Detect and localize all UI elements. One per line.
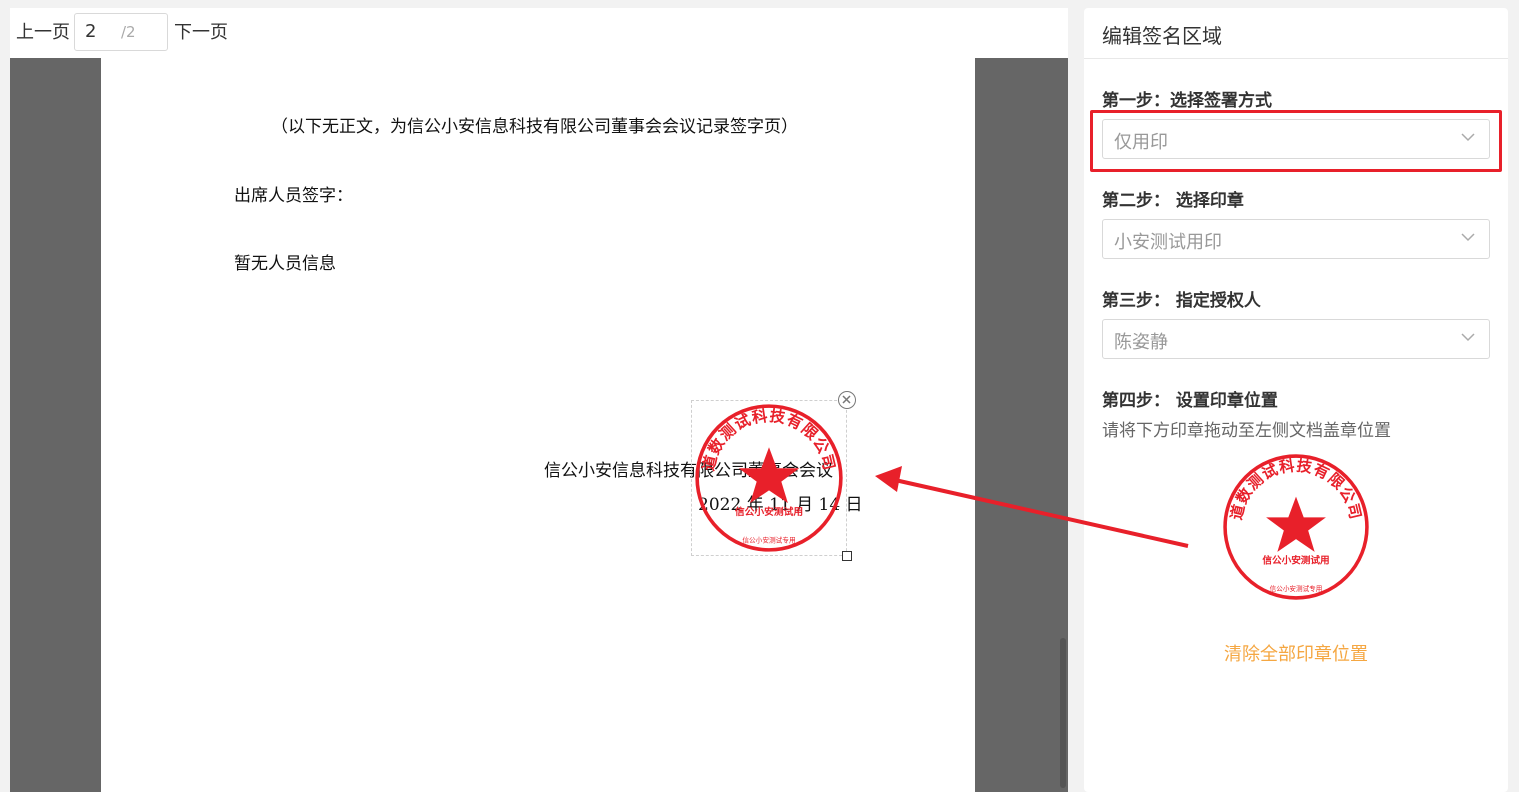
seal-select[interactable]: 小安测试用印: [1102, 219, 1490, 259]
next-page-button[interactable]: 下一页: [174, 21, 228, 45]
placed-seal-center-text: 信公小安测试用: [735, 505, 803, 518]
placed-seal[interactable]: 道数测试科技有限公司 信公小安测试用 信公小安测试专用: [691, 391, 856, 561]
seal-value: 小安测试用印: [1114, 232, 1222, 253]
step4-label: 第四步： 设置印章位置: [1102, 391, 1278, 411]
doc-no-attendee-info: 暂无人员信息: [234, 254, 336, 274]
highlight-annotation: [1090, 110, 1502, 172]
draggable-seal[interactable]: 道数测试科技有限公司 信公小安测试用 信公小安测试专用: [1220, 451, 1372, 607]
seal-resize-handle[interactable]: [842, 551, 852, 561]
placed-seal-bottom-text: 信公小安测试专用: [742, 536, 795, 545]
document-canvas: （以下无正文，为信公小安信息科技有限公司董事会会议记录签字页） 出席人员签字： …: [10, 58, 1068, 792]
clear-all-seal-positions-link[interactable]: 清除全部印章位置: [1084, 640, 1508, 666]
doc-attendee-signature-label: 出席人员签字：: [234, 186, 353, 206]
chevron-down-icon: [1461, 333, 1475, 342]
authorized-person-select[interactable]: 陈姿静: [1102, 319, 1490, 359]
placed-seal-stamp-icon: 道数测试科技有限公司 信公小安测试用 信公小安测试专用: [695, 404, 843, 552]
total-pages-label: /2: [121, 23, 136, 41]
authorized-person-value: 陈姿静: [1114, 332, 1168, 353]
pager-toolbar: 上一页 2 /2 下一页: [10, 8, 1068, 58]
seal-bottom-text: 信公小安测试专用: [1270, 584, 1323, 593]
panel-divider: [1084, 58, 1508, 59]
seal-center-text: 信公小安测试用: [1262, 554, 1329, 566]
prev-page-button[interactable]: 上一页: [16, 21, 70, 45]
step2-label: 第二步： 选择印章: [1102, 191, 1244, 211]
step3-label: 第三步： 指定授权人: [1102, 291, 1261, 311]
current-page-value: 2: [85, 21, 97, 42]
step1-label: 第一步：选择签署方式: [1102, 91, 1272, 111]
seal-stamp-icon: 道数测试科技有限公司 信公小安测试用 信公小安测试专用: [1223, 454, 1369, 600]
chevron-down-icon: [1461, 233, 1475, 242]
doc-signature-page-note: （以下无正文，为信公小安信息科技有限公司董事会会议记录签字页）: [271, 117, 798, 137]
signature-panel: 编辑签名区域 第一步：选择签署方式 仅用印 第二步： 选择印章 小安测试用印 第…: [1084, 8, 1508, 792]
viewer-scrollbar[interactable]: [1060, 638, 1066, 788]
remove-seal-icon[interactable]: [838, 391, 856, 409]
panel-title: 编辑签名区域: [1102, 24, 1222, 48]
drag-hint: 请将下方印章拖动至左侧文档盖章位置: [1102, 421, 1391, 441]
document-viewer: 上一页 2 /2 下一页 （以下无正文，为信公小安信息科技有限公司董事会会议记录…: [10, 8, 1068, 792]
page-number-input[interactable]: 2 /2: [74, 13, 168, 51]
document-page: （以下无正文，为信公小安信息科技有限公司董事会会议记录签字页） 出席人员签字： …: [101, 58, 975, 792]
